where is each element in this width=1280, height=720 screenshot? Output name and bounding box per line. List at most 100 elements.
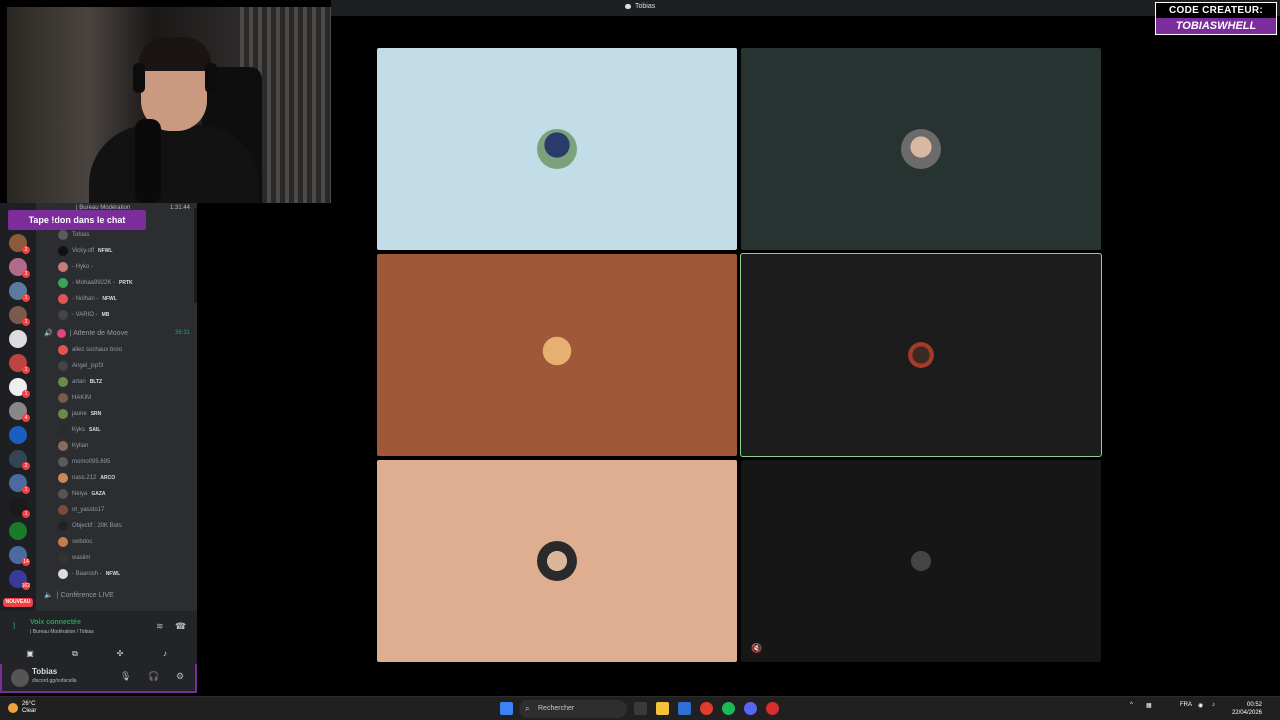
video-tile-5[interactable] bbox=[377, 460, 737, 662]
server-icon[interactable]: 162 bbox=[9, 570, 30, 590]
server-badge: 1 bbox=[22, 510, 30, 518]
sidebar-scrollbar[interactable] bbox=[194, 208, 197, 303]
donation-banner: Tape !don dans le chat bbox=[8, 210, 146, 230]
avatar bbox=[58, 246, 68, 256]
spotify-icon[interactable] bbox=[722, 702, 735, 715]
video-tile-3[interactable] bbox=[377, 254, 737, 456]
store-icon[interactable] bbox=[678, 702, 691, 715]
network-icon[interactable]: ◉ bbox=[1198, 702, 1203, 709]
member-item[interactable]: - Baarosh - NFWL bbox=[58, 568, 190, 580]
tray-app-icon[interactable]: ▦ bbox=[1146, 702, 1152, 709]
windows-start-icon[interactable] bbox=[500, 702, 513, 715]
noise-suppression-icon[interactable]: ≋ bbox=[156, 621, 164, 632]
server-badge: 14 bbox=[22, 558, 30, 566]
camera-button[interactable]: ▣ bbox=[10, 649, 50, 663]
member-item[interactable]: - Nolhan - NFWL bbox=[58, 293, 190, 305]
server-icon[interactable]: 2 bbox=[9, 234, 30, 254]
video-tile-1[interactable] bbox=[377, 48, 737, 250]
member-item[interactable]: HAKIM bbox=[58, 392, 190, 404]
member-item[interactable]: allez sochaux broo bbox=[58, 344, 190, 356]
member-item[interactable]: Kylian bbox=[58, 440, 190, 452]
mic-icon[interactable]: 🎙 bbox=[120, 671, 131, 682]
member-item[interactable]: - Mohaa9922K - PRTK bbox=[58, 277, 190, 289]
video-tile-6[interactable]: 🔇 bbox=[741, 460, 1101, 662]
member-item[interactable]: - VARIO - MB bbox=[58, 309, 190, 321]
member-item[interactable]: wasiim bbox=[58, 552, 190, 564]
server-icon[interactable] bbox=[9, 522, 27, 540]
avatar bbox=[58, 569, 68, 579]
voice-channel-conference[interactable]: 🔈 | Conférence LIVE bbox=[44, 589, 194, 601]
participant-avatar bbox=[901, 335, 941, 375]
member-name: Vicky.off bbox=[72, 248, 95, 254]
disconnect-icon[interactable]: ☎ bbox=[175, 621, 186, 632]
member-name: HAKIM bbox=[72, 395, 92, 401]
voice-channel-attente[interactable]: 🔊 | Attente de Moove 36:31 bbox=[44, 327, 194, 339]
participant-avatar bbox=[901, 541, 941, 581]
server-icon[interactable]: 3 bbox=[9, 258, 30, 278]
microphone bbox=[135, 119, 161, 203]
language-indicator[interactable]: FRA bbox=[1180, 702, 1192, 708]
member-tag: PRTK bbox=[119, 280, 133, 286]
soundboard-button[interactable]: ♪ bbox=[145, 649, 185, 663]
video-tile-2[interactable] bbox=[741, 48, 1101, 250]
member-item[interactable]: swbdoc bbox=[58, 536, 190, 548]
new-badge[interactable]: NOUVEAU bbox=[3, 598, 33, 607]
user-avatar[interactable] bbox=[11, 669, 29, 687]
participant-avatar bbox=[537, 129, 577, 169]
headphones-icon[interactable]: 🎧 bbox=[148, 671, 159, 682]
member-item[interactable]: nass.212 ARCO bbox=[58, 472, 190, 484]
member-name: - Hyko - bbox=[72, 264, 93, 270]
server-icon[interactable]: 14 bbox=[9, 546, 30, 566]
member-item[interactable]: - Hyko - bbox=[58, 261, 190, 273]
activities-button[interactable]: ✣ bbox=[100, 649, 140, 663]
member-item[interactable]: ot_yassto17 bbox=[58, 504, 190, 516]
member-item[interactable]: Objectif : 20K Bots bbox=[58, 520, 190, 532]
screenshare-button[interactable]: ⧉ bbox=[55, 649, 95, 663]
taskbar-search[interactable]: ⌕ Rechercher bbox=[519, 700, 627, 718]
file-explorer-icon[interactable] bbox=[656, 702, 669, 715]
signal-icon: ⌇ bbox=[12, 621, 17, 631]
task-view-icon[interactable] bbox=[634, 702, 647, 715]
member-item[interactable]: jaune SRN bbox=[58, 408, 190, 420]
user-name[interactable]: Tobias bbox=[32, 667, 57, 676]
avatar bbox=[58, 553, 68, 563]
server-icon[interactable]: 1 bbox=[9, 498, 30, 518]
weather-condition: Clear bbox=[22, 708, 37, 714]
member-item[interactable]: Neiya GAZA bbox=[58, 488, 190, 500]
server-icon[interactable]: 1 bbox=[9, 306, 30, 326]
member-name: Objectif : 20K Bots bbox=[72, 523, 122, 529]
chrome-icon[interactable] bbox=[700, 702, 713, 715]
avatar bbox=[58, 473, 68, 483]
server-badge: 1 bbox=[22, 366, 30, 374]
channel-name: | Conférence LIVE bbox=[56, 591, 114, 599]
server-icon[interactable] bbox=[9, 330, 27, 348]
member-item[interactable]: Vicky.off NFWL bbox=[58, 245, 190, 257]
server-icon[interactable]: 2 bbox=[9, 450, 30, 470]
member-item[interactable]: momo095.695 bbox=[58, 456, 190, 468]
settings-gear-icon[interactable]: ⚙ bbox=[176, 671, 184, 682]
member-item[interactable]: Angel_jspf3 bbox=[58, 360, 190, 372]
avatar bbox=[58, 489, 68, 499]
server-badge: 4 bbox=[22, 414, 30, 422]
member-tag: SAIL bbox=[89, 427, 101, 433]
volume-icon[interactable]: ♪ bbox=[1212, 702, 1215, 708]
taskbar-clock[interactable]: 00:52 22/04/2026 bbox=[1228, 701, 1262, 717]
server-icon[interactable]: 4 bbox=[9, 402, 30, 422]
server-icon[interactable]: 1 bbox=[9, 474, 30, 494]
app-icon-red[interactable] bbox=[766, 702, 779, 715]
server-icon[interactable]: 1 bbox=[9, 354, 30, 374]
member-item[interactable]: artan BLTZ bbox=[58, 376, 190, 388]
server-icon[interactable]: 1 bbox=[9, 282, 30, 302]
tray-chevron-icon[interactable]: ^ bbox=[1130, 702, 1133, 708]
server-icon[interactable]: 1 bbox=[9, 378, 30, 398]
voice-channel-path: | Bureau Modération / Tobias bbox=[30, 629, 94, 635]
member-tag: SRN bbox=[90, 411, 102, 417]
video-tile-4-speaking[interactable] bbox=[740, 253, 1102, 457]
weather-widget[interactable]: 26°C Clear bbox=[8, 701, 36, 715]
discord-icon[interactable] bbox=[744, 702, 757, 715]
channel-name: | Attente de Moove bbox=[69, 329, 128, 337]
server-icon[interactable] bbox=[9, 426, 27, 444]
member-item[interactable]: Kyks SAIL bbox=[58, 424, 190, 436]
member-item[interactable]: Tobias bbox=[58, 229, 190, 241]
search-placeholder: Rechercher bbox=[538, 705, 575, 712]
